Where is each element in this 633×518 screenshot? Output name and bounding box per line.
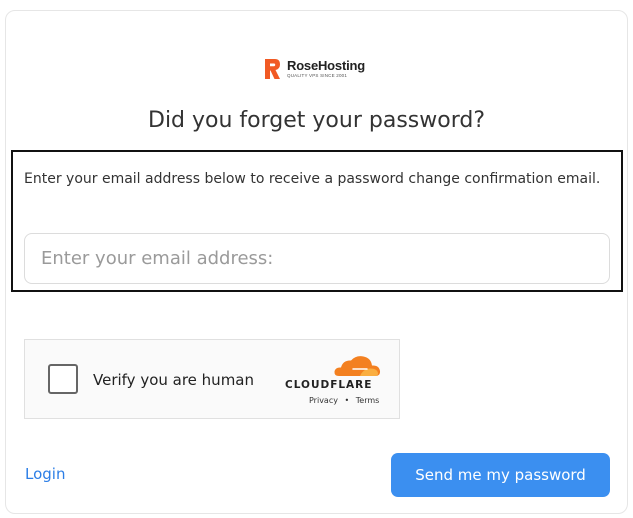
link-separator: • <box>344 396 350 405</box>
cloudflare-branding: CLOUDFLARE Privacy • Terms <box>283 354 387 410</box>
page-title: Did you forget your password? <box>148 108 485 133</box>
rosehosting-logo-icon <box>263 55 281 83</box>
verify-checkbox[interactable] <box>48 364 78 394</box>
brand-name: RoseHosting <box>287 58 365 74</box>
terms-link[interactable]: Terms <box>356 396 380 405</box>
privacy-link[interactable]: Privacy <box>309 396 338 405</box>
brand-logo[interactable]: RoseHosting QUALITY VPS SINCE 2001 <box>263 54 365 84</box>
cloudflare-wordmark: CLOUDFLARE <box>285 379 373 391</box>
verify-label: Verify you are human <box>93 371 255 389</box>
login-link[interactable]: Login <box>25 465 65 483</box>
cloudflare-captcha-widget: Verify you are human CLOUDFLARE Privacy … <box>24 339 400 419</box>
description-text: Enter your email address below to receiv… <box>24 171 601 187</box>
email-field[interactable] <box>24 233 610 284</box>
brand-tagline: QUALITY VPS SINCE 2001 <box>287 73 348 79</box>
send-password-button[interactable]: Send me my password <box>391 453 610 497</box>
